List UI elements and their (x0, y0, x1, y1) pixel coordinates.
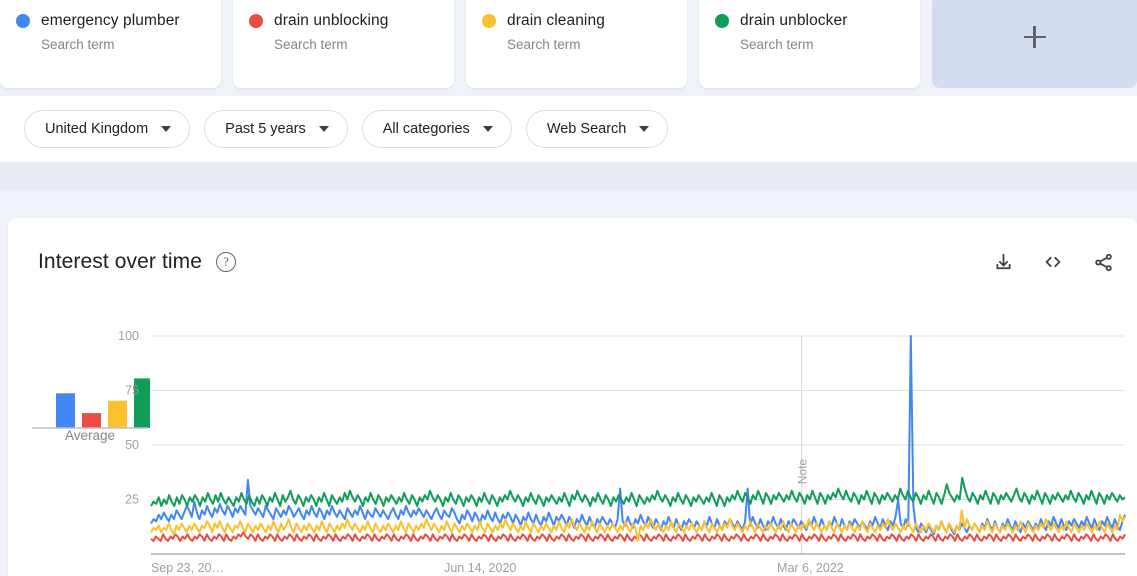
chevron-down-icon (639, 126, 649, 132)
filter-category-label: All categories (383, 121, 470, 137)
term-type: Search term (740, 37, 904, 52)
x-axis-tick: Jun 14, 2020 (444, 561, 516, 575)
chart-plot-area: 25 50 75 100 Note Sep 23, 20… Jun 14, 2020 Ma… (8, 330, 1137, 576)
term-card-1[interactable]: drain unblocking Search term (233, 0, 454, 88)
download-button[interactable] (985, 244, 1021, 280)
x-axis-tick: Mar 6, 2022 (777, 561, 844, 575)
chart-actions (985, 244, 1121, 280)
filter-search-type-label: Web Search (547, 121, 627, 137)
interest-over-time-header: Interest over time ? (38, 242, 1113, 282)
series-line (151, 478, 1125, 506)
separator-band-upper (0, 162, 1137, 190)
term-type: Search term (41, 37, 205, 52)
google-trends-page: emergency plumber Search term drain unbl… (0, 0, 1137, 576)
term-card-header: emergency plumber (16, 12, 205, 30)
chevron-down-icon (319, 126, 329, 132)
y-axis-tick: 75 (125, 384, 139, 398)
page-title: Interest over time (38, 250, 202, 274)
color-dot-icon (715, 14, 729, 28)
filter-bar: United Kingdom Past 5 years All categori… (0, 96, 1137, 162)
download-icon (993, 252, 1014, 273)
share-icon (1093, 252, 1114, 273)
term-type: Search term (274, 37, 438, 52)
interest-over-time-chart[interactable]: 25 50 75 100 Note Sep 23, 20… Jun 14, 2020 Ma… (8, 330, 1137, 576)
term-card-2[interactable]: drain cleaning Search term (466, 0, 687, 88)
filter-category[interactable]: All categories (362, 110, 512, 148)
add-comparison-button[interactable] (932, 0, 1137, 88)
embed-button[interactable] (1035, 244, 1071, 280)
color-dot-icon (482, 14, 496, 28)
filter-location[interactable]: United Kingdom (24, 110, 190, 148)
plus-icon (1024, 26, 1046, 48)
y-axis-tick: 25 (125, 493, 139, 507)
color-dot-icon (249, 14, 263, 28)
filter-time-range[interactable]: Past 5 years (204, 110, 348, 148)
chevron-down-icon (161, 126, 171, 132)
help-icon[interactable]: ? (216, 252, 236, 272)
term-card-header: drain unblocker (715, 12, 904, 30)
share-button[interactable] (1085, 244, 1121, 280)
term-type: Search term (507, 37, 671, 52)
separator-band-lower (0, 190, 1137, 218)
filter-search-type[interactable]: Web Search (526, 110, 669, 148)
filter-location-label: United Kingdom (45, 121, 148, 137)
filter-time-range-label: Past 5 years (225, 121, 306, 137)
code-brackets-icon (1042, 251, 1064, 273)
interest-over-time-card: Interest over time ? (8, 218, 1137, 576)
comparison-cards-row: emergency plumber Search term drain unbl… (0, 0, 1137, 88)
x-axis-tick: Sep 23, 20… (151, 561, 224, 575)
note-annotation-label: Note (796, 459, 810, 485)
y-axis-tick: 50 (125, 438, 139, 452)
chevron-down-icon (483, 126, 493, 132)
y-axis-tick: 100 (118, 330, 139, 343)
term-card-header: drain unblocking (249, 12, 438, 30)
term-name: drain unblocker (740, 12, 847, 30)
term-name: drain unblocking (274, 12, 388, 30)
term-card-3[interactable]: drain unblocker Search term (699, 0, 920, 88)
term-card-header: drain cleaning (482, 12, 671, 30)
color-dot-icon (16, 14, 30, 28)
term-name: drain cleaning (507, 12, 605, 30)
term-card-0[interactable]: emergency plumber Search term (0, 0, 221, 88)
term-name: emergency plumber (41, 12, 180, 30)
